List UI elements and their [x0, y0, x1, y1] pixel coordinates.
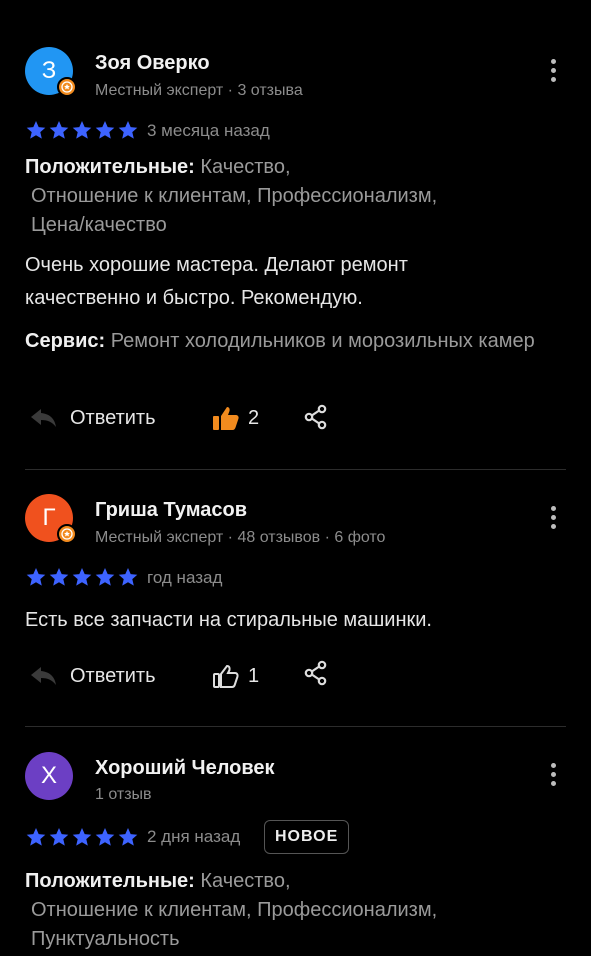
reviewer-meta: Местный эксперт · 48 отзывов · 6 фото	[95, 529, 386, 546]
star-icon	[118, 568, 138, 586]
review-date: 2 дня назад	[147, 827, 241, 846]
star-icon	[118, 828, 138, 846]
star-icon	[118, 121, 138, 139]
review-divider	[25, 726, 566, 727]
star-icon	[72, 828, 92, 846]
star-icon	[72, 568, 92, 586]
star-icon	[95, 828, 115, 846]
positive-line-1: Качество,	[200, 156, 291, 178]
positive-line-1: Качество,	[200, 870, 291, 892]
star-icon	[49, 121, 69, 139]
positive-aspects: Положительные: Качество, Отношение к кли…	[25, 153, 555, 240]
review-text: Очень хорошие мастера. Делают ремонт кач…	[25, 254, 408, 309]
more-options-icon[interactable]	[548, 763, 558, 789]
star-icon	[95, 568, 115, 586]
local-expert-badge-icon	[57, 77, 77, 97]
positive-line-3: Пунктуальность	[31, 928, 180, 950]
star-icon	[26, 568, 46, 586]
reviewer-name[interactable]: Зоя Оверко	[95, 52, 210, 75]
positive-label: Положительные:	[25, 870, 195, 892]
like-button[interactable]: 1	[212, 661, 259, 691]
review-text: Есть все запчасти на стиральные машинки.	[25, 609, 432, 631]
positive-aspects: Положительные: Качество, Отношение к кли…	[25, 867, 555, 954]
reviewer-name[interactable]: Хороший Человек	[95, 757, 275, 780]
new-review-badge: НОВОЕ	[264, 820, 350, 854]
thumbs-up-icon	[213, 664, 239, 688]
share-icon[interactable]	[303, 660, 329, 686]
local-expert-badge-icon	[57, 524, 77, 544]
star-icon	[49, 568, 69, 586]
reply-label: Ответить	[70, 406, 156, 429]
like-count: 2	[248, 406, 260, 429]
more-options-icon[interactable]	[548, 506, 558, 532]
star-icon	[26, 828, 46, 846]
positive-line-2: Отношение к клиентам, Профессионализм,	[31, 185, 438, 207]
service-info: Сервис: Ремонт холодильников и морозильн…	[25, 328, 555, 354]
reviewer-name[interactable]: Гриша Тумасов	[95, 499, 247, 522]
thumbs-up-icon	[213, 407, 239, 430]
rating-stars	[25, 119, 139, 141]
reply-button[interactable]: Ответить	[30, 403, 156, 433]
service-value: Ремонт холодильников и морозильных камер	[110, 330, 535, 352]
like-count: 1	[248, 664, 260, 687]
review-divider	[25, 469, 566, 470]
review-date: 3 месяца назад	[147, 121, 270, 140]
positive-line-2: Отношение к клиентам, Профессионализм,	[31, 899, 438, 921]
star-icon	[49, 828, 69, 846]
reply-button[interactable]: Ответить	[30, 661, 156, 691]
reply-label: Ответить	[70, 664, 156, 687]
share-icon[interactable]	[303, 404, 329, 430]
more-options-icon[interactable]	[548, 59, 558, 85]
star-icon	[95, 121, 115, 139]
service-label: Сервис:	[25, 330, 106, 352]
reply-icon	[31, 667, 56, 685]
positive-line-3: Цена/качество	[31, 214, 167, 236]
star-icon	[26, 121, 46, 139]
reviewer-meta: Местный эксперт · 3 отзыва	[95, 82, 303, 99]
reply-icon	[31, 409, 56, 427]
positive-label: Положительные:	[25, 156, 195, 178]
review-date: год назад	[147, 568, 223, 587]
star-icon	[72, 121, 92, 139]
rating-stars	[25, 826, 139, 848]
reviewer-meta: 1 отзыв	[95, 786, 152, 803]
like-button[interactable]: 2	[212, 403, 259, 433]
rating-stars	[25, 566, 139, 588]
avatar[interactable]: Х	[25, 752, 73, 800]
